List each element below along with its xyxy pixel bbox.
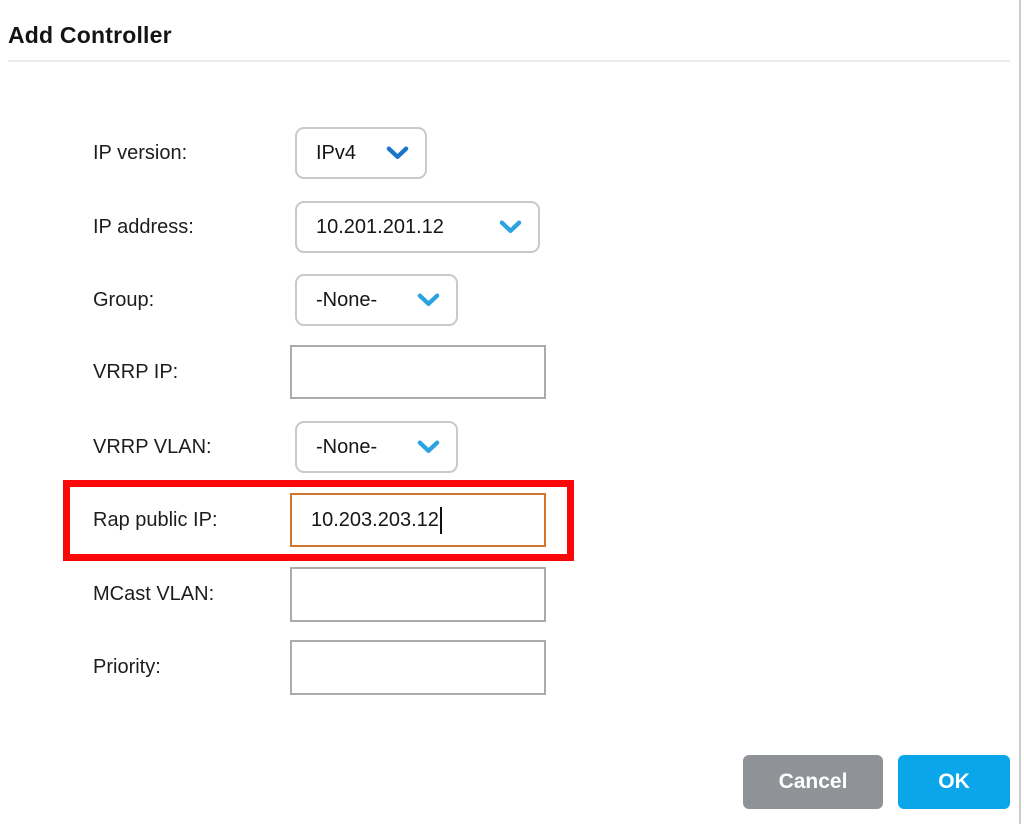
ok-button[interactable]: OK [898, 755, 1010, 809]
form-row-rap-public-ip: Rap public IP: 10.203.203.12 [0, 493, 700, 547]
group-value: -None- [316, 288, 378, 311]
chevron-down-icon [417, 293, 440, 307]
ip-version-value: IPv4 [316, 141, 357, 164]
form-row-mcast-vlan: MCast VLAN: [0, 567, 700, 622]
form-row-vrrp-vlan: VRRP VLAN: -None- [0, 421, 700, 473]
cancel-button[interactable]: Cancel [743, 755, 883, 809]
ip-address-label: IP address: [93, 215, 194, 238]
ip-address-select[interactable]: 10.201.201.12 [295, 201, 540, 253]
chevron-down-icon [386, 146, 409, 160]
vrrp-ip-label: VRRP IP: [93, 360, 179, 383]
ip-address-value: 10.201.201.12 [316, 215, 444, 238]
mcast-vlan-input[interactable] [290, 567, 546, 622]
chevron-down-icon [499, 220, 522, 234]
form-row-vrrp-ip: VRRP IP: [0, 345, 700, 399]
title-divider [8, 60, 1010, 62]
rap-public-ip-value: 10.203.203.12 [311, 508, 439, 531]
ip-version-label: IP version: [93, 141, 188, 164]
vrrp-vlan-value: -None- [316, 435, 378, 458]
form-row-ip-version: IP version: IPv4 [0, 127, 700, 179]
form-row-priority: Priority: [0, 640, 700, 695]
rap-public-ip-label: Rap public IP: [93, 508, 218, 531]
page-title: Add Controller [8, 22, 172, 48]
vrrp-ip-input[interactable] [290, 345, 546, 399]
ip-version-select[interactable]: IPv4 [295, 127, 427, 179]
window-right-edge [1019, 0, 1021, 824]
vrrp-vlan-select[interactable]: -None- [295, 421, 458, 473]
group-select[interactable]: -None- [295, 274, 458, 326]
form-row-ip-address: IP address: 10.201.201.12 [0, 201, 700, 253]
chevron-down-icon [417, 440, 440, 454]
priority-label: Priority: [93, 656, 161, 678]
form-row-group: Group: -None- [0, 274, 700, 326]
mcast-vlan-label: MCast VLAN: [93, 583, 215, 605]
vrrp-vlan-label: VRRP VLAN: [93, 435, 212, 458]
group-label: Group: [93, 288, 155, 311]
rap-public-ip-input[interactable]: 10.203.203.12 [290, 493, 546, 547]
text-caret [439, 506, 442, 534]
priority-input[interactable] [290, 640, 546, 695]
